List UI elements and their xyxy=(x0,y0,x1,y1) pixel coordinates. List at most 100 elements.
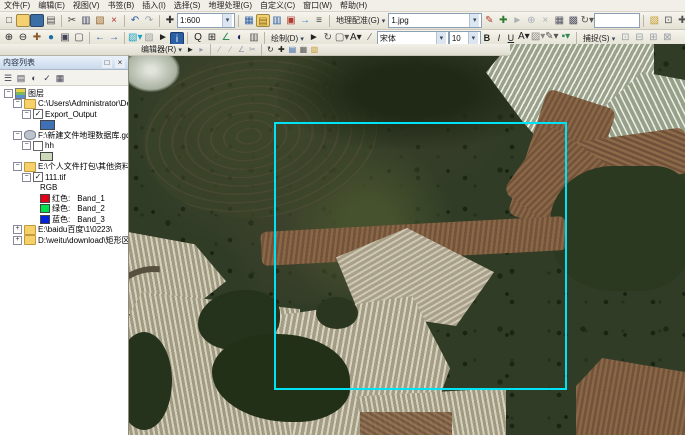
toc-tree-item[interactable]: − ✓ Export_Output xyxy=(0,109,128,120)
image-analysis-icon[interactable]: ▩ xyxy=(566,14,580,28)
menu-file[interactable]: 文件(F) xyxy=(0,0,34,11)
point-snapping-icon[interactable]: ⊡ xyxy=(618,31,632,45)
dropdown-arrow-icon[interactable]: ▾ xyxy=(467,31,478,45)
vertex-snapping-icon[interactable]: ⊞ xyxy=(646,31,660,45)
reshape-feature-icon[interactable]: ∕ xyxy=(225,45,236,55)
menu-help[interactable]: 帮助(H) xyxy=(336,0,371,11)
expand-icon[interactable]: + xyxy=(13,235,22,245)
fit-to-display-icon[interactable]: ⊡ xyxy=(661,14,675,28)
clear-selection-icon[interactable]: ▨ xyxy=(142,31,156,45)
toc-tree-item[interactable]: − 图层 xyxy=(0,88,128,99)
snapping-menu[interactable]: 捕捉(S) ▾ xyxy=(580,33,618,44)
add-control-points-icon[interactable]: ✚ xyxy=(496,14,510,28)
toc-tree-item[interactable]: RGB xyxy=(0,183,128,194)
delete-icon[interactable]: × xyxy=(107,14,121,28)
move-raster-icon[interactable]: ✚ xyxy=(675,14,685,28)
toc-tree-item[interactable]: + E:\baidu百度\1\0223\ xyxy=(0,224,128,236)
toc-tree-item[interactable] xyxy=(0,119,128,131)
fixed-zoom-out-icon[interactable]: ▢ xyxy=(72,31,86,45)
edit-arrow-icon[interactable]: ► xyxy=(185,45,196,55)
menu-selection[interactable]: 选择(S) xyxy=(170,0,205,11)
attributes-icon[interactable]: ▤ xyxy=(287,45,298,55)
italic-button[interactable]: I xyxy=(493,33,505,43)
dropdown-arrow-icon[interactable]: ▾ xyxy=(222,14,232,27)
open-folder-icon[interactable] xyxy=(16,14,30,27)
toc-close-button[interactable]: × xyxy=(115,57,125,68)
redo-icon[interactable]: ↷ xyxy=(142,14,156,28)
layer-checkbox-checked[interactable]: ✓ xyxy=(33,172,43,183)
new-document-icon[interactable]: □ xyxy=(2,14,16,28)
edit-annotation-icon[interactable]: ▸ xyxy=(196,45,207,55)
toc-tree-item[interactable]: 绿色: Band_2 xyxy=(0,204,128,215)
menu-customize[interactable]: 自定义(C) xyxy=(256,0,299,11)
menu-bookmarks[interactable]: 书签(B) xyxy=(104,0,139,11)
bold-button[interactable]: B xyxy=(481,33,493,43)
list-by-selection-icon[interactable]: ✓ xyxy=(41,72,53,84)
toc-tree-item[interactable] xyxy=(0,151,128,162)
forward-extent-icon[interactable]: → xyxy=(107,31,121,45)
collapse-icon[interactable]: − xyxy=(22,109,31,119)
auto-adjust-icon[interactable]: ▧ xyxy=(647,14,661,28)
underline-button[interactable]: U xyxy=(505,33,517,43)
pencil-icon[interactable]: ✎ xyxy=(482,14,496,28)
collapse-icon[interactable]: − xyxy=(13,130,22,140)
layer-checkbox-unchecked[interactable] xyxy=(33,140,43,151)
collapse-icon[interactable]: − xyxy=(22,141,31,151)
georeferencing-menu[interactable]: 地理配准(G) ▾ xyxy=(333,15,388,26)
fixed-zoom-in-icon[interactable]: ▣ xyxy=(58,31,72,45)
menu-geoprocessing[interactable]: 地理处理(G) xyxy=(204,0,256,11)
options-icon[interactable]: ▦ xyxy=(54,72,66,84)
menu-windows[interactable]: 窗口(W) xyxy=(299,0,336,11)
full-extent-icon[interactable]: ● xyxy=(44,31,58,45)
editor-menu[interactable]: 编辑器(R) ▾ xyxy=(138,44,185,55)
toc-tree-item[interactable]: − E:\个人文件打包\其他资料\百度\ssss xyxy=(0,161,128,173)
dropdown-arrow-icon[interactable]: ▾ xyxy=(435,31,446,45)
zoom-in-icon[interactable]: ⊕ xyxy=(2,31,16,45)
copy-icon[interactable]: ▥ xyxy=(79,14,93,28)
toc-tree-item[interactable]: 红色: Band_1 xyxy=(0,193,128,204)
map-canvas[interactable] xyxy=(128,44,685,435)
expand-icon[interactable]: + xyxy=(13,225,22,235)
view-link-table-icon[interactable]: ▦ xyxy=(552,14,566,28)
select-features-icon[interactable]: ▧▾ xyxy=(128,31,142,45)
edit-vertices-icon[interactable]: ∕ xyxy=(363,31,377,45)
list-by-source-icon[interactable]: ▤ xyxy=(15,72,27,84)
python-window-icon[interactable]: ≡ xyxy=(312,14,326,28)
select-elements-icon[interactable]: ► xyxy=(156,31,170,45)
zoom-to-scale-icon[interactable]: ✚ xyxy=(163,14,177,28)
edge-snapping-icon[interactable]: ⊠ xyxy=(660,31,674,45)
split-tool-icon[interactable]: ✂ xyxy=(247,45,258,55)
georeferencing-layer-combo[interactable]: 1.jpg ▾ xyxy=(388,13,483,28)
toc-tree-item[interactable]: + D:\weitu\download\矩形区域\Level xyxy=(0,235,128,246)
list-by-visibility-icon[interactable]: ◐ xyxy=(28,72,40,84)
rotate-tool-icon[interactable]: ↻ xyxy=(265,45,276,55)
zoom-out-icon[interactable]: ⊖ xyxy=(16,31,30,45)
save-icon[interactable] xyxy=(30,14,44,27)
sketch-properties-icon[interactable]: ▦ xyxy=(298,45,309,55)
dropdown-arrow-icon[interactable]: ▾ xyxy=(469,14,480,27)
end-snapping-icon[interactable]: ⊟ xyxy=(632,31,646,45)
map-scale-combo[interactable]: 1:600 ▾ xyxy=(177,13,235,28)
zoom-to-link-icon[interactable]: ⊕ xyxy=(524,14,538,28)
undo-icon[interactable]: ↶ xyxy=(128,14,142,28)
cut-polygons-icon[interactable]: ∠ xyxy=(236,45,247,55)
toc-tree-item[interactable]: − ✓ 111.tif xyxy=(0,172,128,183)
toc-float-button[interactable]: □ xyxy=(102,57,112,68)
print-icon[interactable]: ▤ xyxy=(44,14,58,28)
rotate-element-icon[interactable]: ↻ xyxy=(321,31,335,45)
draw-menu[interactable]: 绘制(D) ▾ xyxy=(268,33,307,44)
collapse-icon[interactable]: − xyxy=(4,88,13,98)
collapse-icon[interactable]: − xyxy=(13,162,22,172)
layer-checkbox-checked[interactable]: ✓ xyxy=(33,109,43,120)
toc-tree-item[interactable]: − C:\Users\Administrator\Desktop\u xyxy=(0,98,128,110)
catalog-window-icon[interactable]: ▤ xyxy=(256,14,270,27)
collapse-icon[interactable]: − xyxy=(22,172,31,182)
create-features-window-icon[interactable]: ▧ xyxy=(309,45,320,55)
selection-rectangle[interactable] xyxy=(274,122,567,390)
select-link-icon[interactable]: ► xyxy=(510,14,524,28)
menu-edit[interactable]: 编辑(E) xyxy=(34,0,69,11)
collapse-icon[interactable]: − xyxy=(13,99,22,109)
menu-insert[interactable]: 插入(I) xyxy=(138,0,170,11)
toc-tree-item[interactable]: − F:\新建文件地理数据库.gdb xyxy=(0,130,128,141)
rotate-dropdown-icon[interactable]: ↻▾ xyxy=(580,14,594,28)
